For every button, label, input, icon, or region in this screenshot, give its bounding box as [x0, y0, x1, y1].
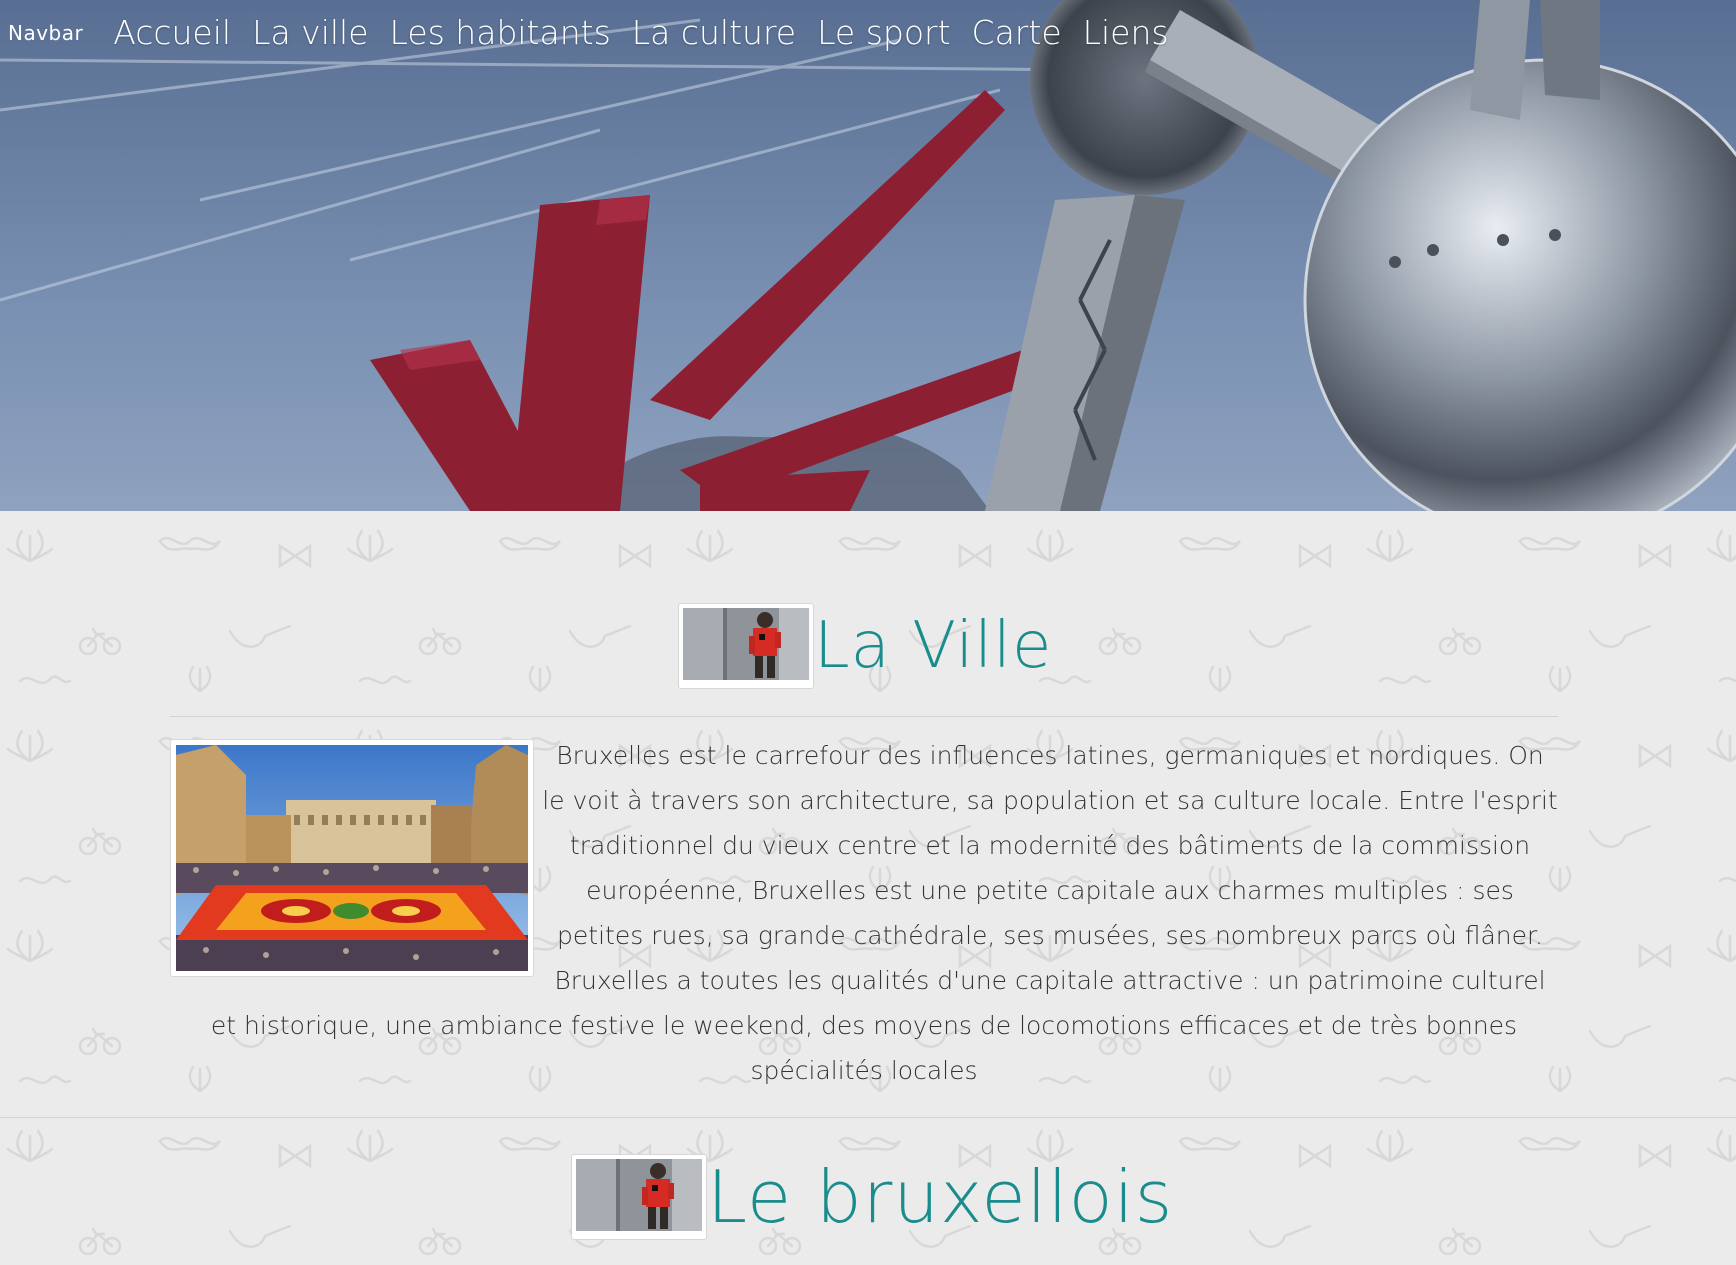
- section-title-text: La Ville: [814, 609, 1053, 683]
- section-title-text-2: Le bruxellois: [707, 1155, 1174, 1239]
- atomium-hero-image: [0, 0, 1736, 511]
- navbar: Navbar Accueil La ville Les habitants La…: [0, 0, 1736, 64]
- nav-item-la-culture[interactable]: La culture: [632, 13, 796, 52]
- section-paragraph-ville: Bruxelles est le carrefour des influence…: [170, 733, 1558, 1093]
- section-title-bruxellois: Le bruxellois: [571, 1154, 1173, 1240]
- navbar-brand[interactable]: Navbar: [8, 21, 83, 45]
- nav-item-la-ville[interactable]: La ville: [252, 13, 368, 52]
- section-divider-full: [0, 1117, 1736, 1118]
- nav-item-accueil[interactable]: Accueil: [113, 13, 231, 52]
- manneken-pis-image: [683, 608, 809, 680]
- nav-item-le-sport[interactable]: Le sport: [817, 13, 950, 52]
- section-divider: [170, 716, 1558, 717]
- manneken-pis-thumbnail: [678, 603, 814, 689]
- hero-banner: Navbar Accueil La ville Les habitants La…: [0, 0, 1736, 511]
- nav-item-liens[interactable]: Liens: [1083, 13, 1169, 52]
- photo-spacer: [170, 733, 542, 973]
- main-content: La Ville Bruxelles est le carrefour des …: [0, 511, 1736, 1265]
- manneken-pis-image-2: [576, 1159, 702, 1231]
- nav-item-carte[interactable]: Carte: [972, 13, 1062, 52]
- nav-item-les-habitants[interactable]: Les habitants: [390, 13, 611, 52]
- manneken-pis-thumbnail-2: [571, 1154, 707, 1240]
- section-title-ville: La Ville: [678, 603, 1052, 689]
